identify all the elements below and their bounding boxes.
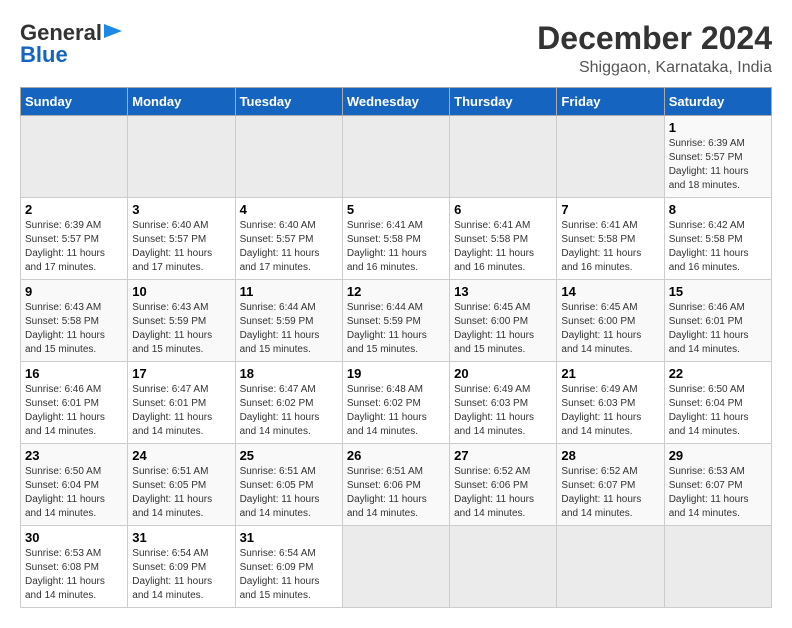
header-saturday: Saturday [664, 88, 771, 116]
day-cell-31: 31 Sunrise: 6:54 AMSunset: 6:09 PMDaylig… [128, 526, 235, 608]
day-cell-11: 11 Sunrise: 6:44 AMSunset: 5:59 PMDaylig… [235, 280, 342, 362]
logo-blue-text: Blue [20, 42, 68, 68]
day-cell-24: 24 Sunrise: 6:51 AMSunset: 6:05 PMDaylig… [128, 444, 235, 526]
day-cell-14: 14 Sunrise: 6:45 AMSunset: 6:00 PMDaylig… [557, 280, 664, 362]
day-cell-31b: 31 Sunrise: 6:54 AMSunset: 6:09 PMDaylig… [235, 526, 342, 608]
day-cell-5: 5 Sunrise: 6:41 AMSunset: 5:58 PMDayligh… [342, 198, 449, 280]
day-cell-22: 22 Sunrise: 6:50 AMSunset: 6:04 PMDaylig… [664, 362, 771, 444]
table-row: 30 Sunrise: 6:53 AMSunset: 6:08 PMDaylig… [21, 526, 772, 608]
table-row: 9 Sunrise: 6:43 AMSunset: 5:58 PMDayligh… [21, 280, 772, 362]
day-cell-26: 26 Sunrise: 6:51 AMSunset: 6:06 PMDaylig… [342, 444, 449, 526]
empty-cell [557, 526, 664, 608]
empty-cell [664, 526, 771, 608]
table-row: 23 Sunrise: 6:50 AMSunset: 6:04 PMDaylig… [21, 444, 772, 526]
logo: General Blue [20, 20, 124, 68]
header-sunday: Sunday [21, 88, 128, 116]
empty-cell [557, 116, 664, 198]
day-cell-15: 15 Sunrise: 6:46 AMSunset: 6:01 PMDaylig… [664, 280, 771, 362]
header-thursday: Thursday [450, 88, 557, 116]
header-wednesday: Wednesday [342, 88, 449, 116]
calendar-table: Sunday Monday Tuesday Wednesday Thursday… [20, 87, 772, 608]
empty-cell [450, 116, 557, 198]
day-cell-3: 3 Sunrise: 6:40 AMSunset: 5:57 PMDayligh… [128, 198, 235, 280]
day-cell-19: 19 Sunrise: 6:48 AMSunset: 6:02 PMDaylig… [342, 362, 449, 444]
table-row: 2 Sunrise: 6:39 AMSunset: 5:57 PMDayligh… [21, 198, 772, 280]
day-cell-2: 2 Sunrise: 6:39 AMSunset: 5:57 PMDayligh… [21, 198, 128, 280]
logo-arrow-icon [102, 22, 124, 40]
day-cell-7: 7 Sunrise: 6:41 AMSunset: 5:58 PMDayligh… [557, 198, 664, 280]
day-cell-25: 25 Sunrise: 6:51 AMSunset: 6:05 PMDaylig… [235, 444, 342, 526]
empty-cell [342, 116, 449, 198]
day-cell-13: 13 Sunrise: 6:45 AMSunset: 6:00 PMDaylig… [450, 280, 557, 362]
day-cell-21: 21 Sunrise: 6:49 AMSunset: 6:03 PMDaylig… [557, 362, 664, 444]
day-cell-9: 9 Sunrise: 6:43 AMSunset: 5:58 PMDayligh… [21, 280, 128, 362]
day-cell-23: 23 Sunrise: 6:50 AMSunset: 6:04 PMDaylig… [21, 444, 128, 526]
day-cell-8: 8 Sunrise: 6:42 AMSunset: 5:58 PMDayligh… [664, 198, 771, 280]
day-cell-12: 12 Sunrise: 6:44 AMSunset: 5:59 PMDaylig… [342, 280, 449, 362]
empty-cell [235, 116, 342, 198]
title-section: December 2024 Shiggaon, Karnataka, India [537, 20, 772, 77]
day-cell-20: 20 Sunrise: 6:49 AMSunset: 6:03 PMDaylig… [450, 362, 557, 444]
empty-cell [450, 526, 557, 608]
location-subtitle: Shiggaon, Karnataka, India [537, 59, 772, 77]
day-cell-29: 29 Sunrise: 6:53 AMSunset: 6:07 PMDaylig… [664, 444, 771, 526]
empty-cell [342, 526, 449, 608]
table-row: 16 Sunrise: 6:46 AMSunset: 6:01 PMDaylig… [21, 362, 772, 444]
day-cell-4: 4 Sunrise: 6:40 AMSunset: 5:57 PMDayligh… [235, 198, 342, 280]
day-cell-18: 18 Sunrise: 6:47 AMSunset: 6:02 PMDaylig… [235, 362, 342, 444]
calendar-header-row: Sunday Monday Tuesday Wednesday Thursday… [21, 88, 772, 116]
header-tuesday: Tuesday [235, 88, 342, 116]
day-cell-16: 16 Sunrise: 6:46 AMSunset: 6:01 PMDaylig… [21, 362, 128, 444]
day-cell-27: 27 Sunrise: 6:52 AMSunset: 6:06 PMDaylig… [450, 444, 557, 526]
month-title: December 2024 [537, 20, 772, 57]
day-cell-28: 28 Sunrise: 6:52 AMSunset: 6:07 PMDaylig… [557, 444, 664, 526]
day-cell-6: 6 Sunrise: 6:41 AMSunset: 5:58 PMDayligh… [450, 198, 557, 280]
header-monday: Monday [128, 88, 235, 116]
day-cell-10: 10 Sunrise: 6:43 AMSunset: 5:59 PMDaylig… [128, 280, 235, 362]
day-cell-17: 17 Sunrise: 6:47 AMSunset: 6:01 PMDaylig… [128, 362, 235, 444]
header-friday: Friday [557, 88, 664, 116]
empty-cell [21, 116, 128, 198]
empty-cell [128, 116, 235, 198]
page-header: General Blue December 2024 Shiggaon, Kar… [20, 20, 772, 77]
table-row: 1 Sunrise: 6:39 AMSunset: 5:57 PMDayligh… [21, 116, 772, 198]
day-cell-1: 1 Sunrise: 6:39 AMSunset: 5:57 PMDayligh… [664, 116, 771, 198]
day-cell-30: 30 Sunrise: 6:53 AMSunset: 6:08 PMDaylig… [21, 526, 128, 608]
